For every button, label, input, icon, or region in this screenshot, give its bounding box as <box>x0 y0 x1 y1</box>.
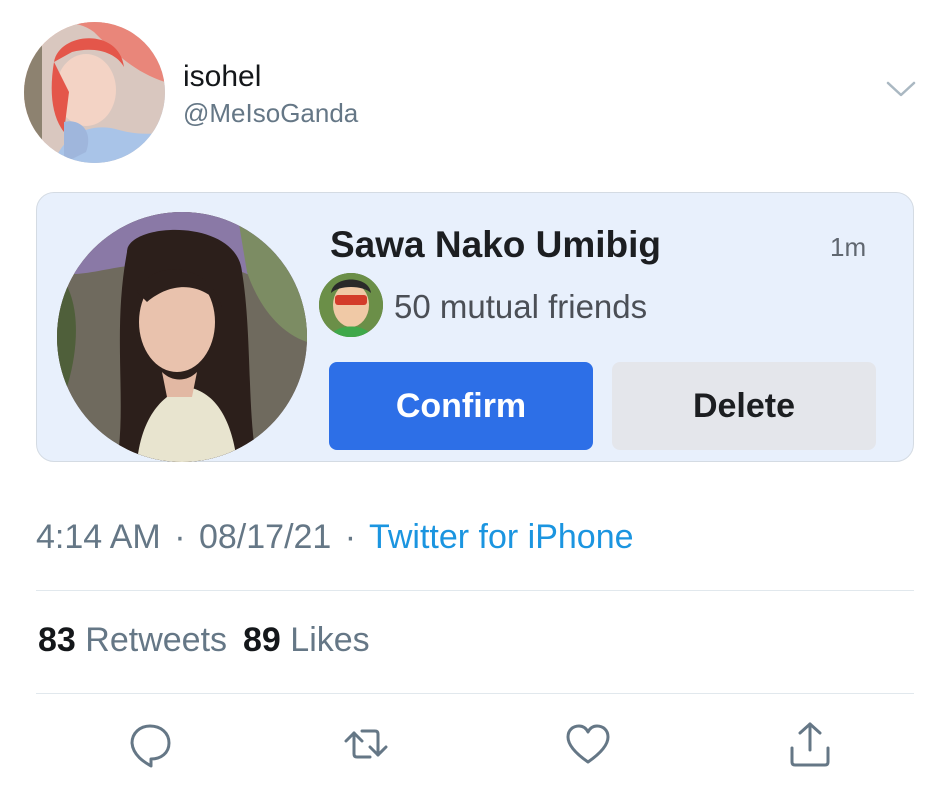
requester-photo <box>57 212 307 462</box>
chevron-down-icon[interactable] <box>884 78 918 100</box>
share-icon[interactable] <box>784 718 836 770</box>
tweet-stats: 83 Retweets 89 Likes <box>38 621 370 660</box>
meta-separator: · <box>344 518 357 556</box>
tweet-source-link[interactable]: Twitter for iPhone <box>369 518 634 556</box>
author-avatar[interactable] <box>24 22 165 163</box>
meta-separator: · <box>174 518 186 556</box>
divider <box>36 693 914 694</box>
likes-count: 89 <box>243 621 281 659</box>
like-heart-icon[interactable] <box>562 718 614 770</box>
reply-icon[interactable] <box>124 718 176 770</box>
delete-button[interactable]: Delete <box>612 362 876 450</box>
confirm-button[interactable]: Confirm <box>329 362 593 450</box>
retweet-icon[interactable] <box>340 718 392 770</box>
retweets-label: Retweets <box>85 621 228 659</box>
tweet-date: 08/17/21 <box>198 518 332 556</box>
mutual-friend-avatar <box>319 273 383 337</box>
requester-name: Sawa Nako Umibig <box>330 224 662 265</box>
divider <box>36 590 914 591</box>
likes-label: Likes <box>290 621 370 659</box>
retweets-stat[interactable]: 83 Retweets <box>38 621 227 659</box>
author-display-name[interactable]: isohel <box>183 60 261 94</box>
retweets-count: 83 <box>38 621 76 659</box>
likes-stat[interactable]: 89 Likes <box>243 621 370 659</box>
mutual-friends-count: 50 mutual friends <box>394 288 648 325</box>
request-time: 1m <box>830 232 867 262</box>
tweet-time: 4:14 AM <box>36 518 161 556</box>
tweet-meta: 4:14 AM · 08/17/21 · Twitter for iPhone <box>36 518 634 557</box>
author-handle[interactable]: @MeIsoGanda <box>183 98 358 129</box>
